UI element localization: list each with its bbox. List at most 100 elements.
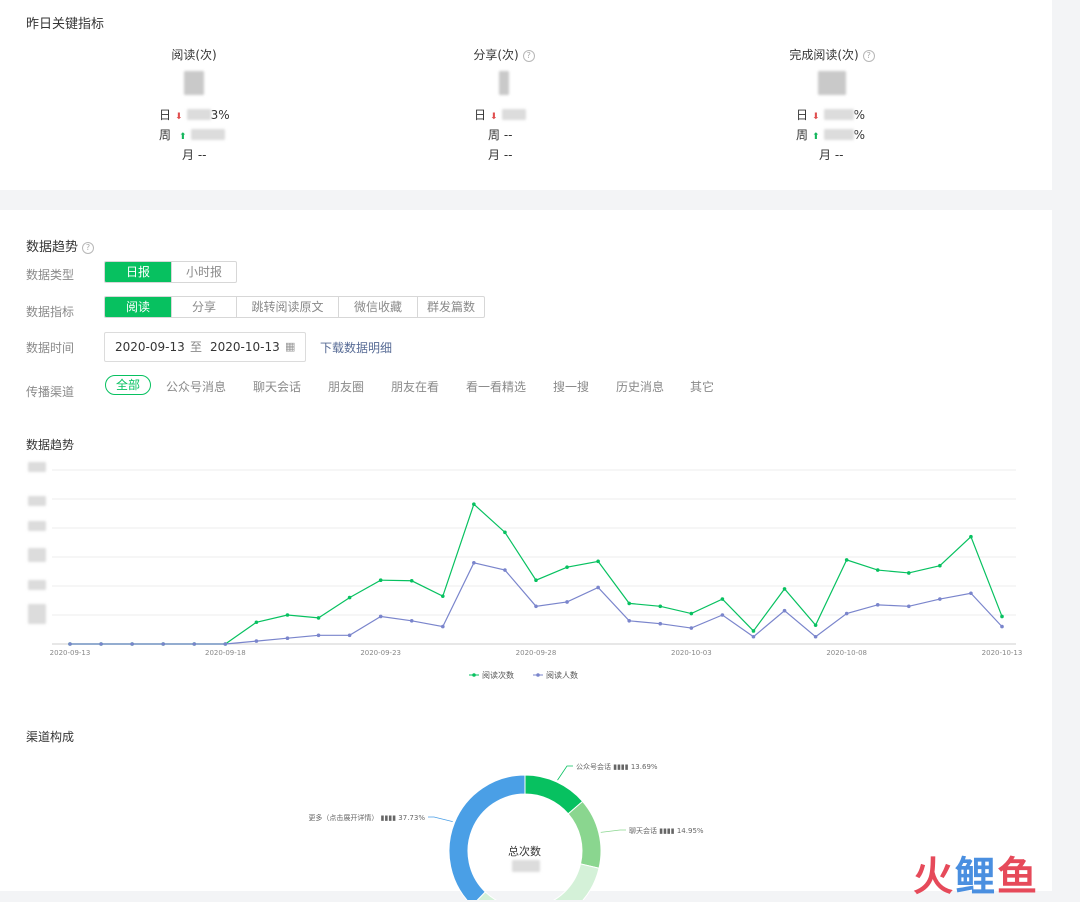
- metric-read-option[interactable]: 阅读: [105, 297, 171, 317]
- data-point[interactable]: [441, 594, 445, 598]
- donut-slice[interactable]: [567, 800, 602, 869]
- series-line-0: [70, 503, 1003, 645]
- data-point[interactable]: [751, 634, 756, 639]
- metric-reads-day: 日 ⬇ 3%: [159, 108, 230, 122]
- channel-other[interactable]: 其它: [690, 378, 714, 395]
- metric-mass-send-option[interactable]: 群发篇数: [417, 297, 484, 317]
- watermark-logo: 火鲤鱼: [913, 844, 1039, 902]
- date-start: 2020-09-13: [115, 340, 185, 354]
- data-point[interactable]: [969, 534, 973, 539]
- data-point[interactable]: [254, 639, 259, 643]
- channel-friends-watching[interactable]: 朋友在看: [391, 378, 439, 395]
- data-point[interactable]: [875, 568, 880, 572]
- channel-top-stories[interactable]: 看一看精选: [466, 378, 526, 395]
- data-point[interactable]: [316, 616, 321, 620]
- data-point[interactable]: [689, 611, 694, 616]
- data-point[interactable]: [907, 604, 911, 609]
- data-point[interactable]: [720, 597, 725, 601]
- data-point[interactable]: [813, 623, 818, 627]
- help-icon[interactable]: ?: [862, 50, 875, 62]
- data-point[interactable]: [938, 597, 942, 601]
- donut-callout-line: [600, 829, 626, 833]
- metric-shares-value: [404, 71, 604, 98]
- data-point[interactable]: [99, 642, 103, 646]
- data-point[interactable]: [969, 591, 973, 596]
- channel-history[interactable]: 历史消息: [616, 378, 664, 395]
- data-point[interactable]: [844, 611, 849, 616]
- help-icon[interactable]: ?: [82, 242, 95, 254]
- data-point[interactable]: [782, 608, 787, 613]
- donut-slice[interactable]: [524, 774, 584, 815]
- type-daily-option[interactable]: 日报: [105, 262, 171, 282]
- metric-favorite-option[interactable]: 微信收藏: [338, 297, 417, 317]
- data-point[interactable]: [285, 636, 290, 640]
- legend-label[interactable]: 阅读次数: [482, 670, 514, 680]
- data-point[interactable]: [254, 620, 259, 625]
- data-point[interactable]: [844, 558, 849, 562]
- data-point[interactable]: [441, 624, 445, 629]
- help-icon[interactable]: ?: [522, 50, 535, 62]
- x-tick-label: 2020-09-13: [50, 649, 91, 657]
- channel-search[interactable]: 搜一搜: [553, 378, 589, 395]
- data-point[interactable]: [378, 578, 383, 582]
- x-tick-label: 2020-09-28: [516, 649, 557, 657]
- series-line-1: [70, 562, 1003, 645]
- data-point[interactable]: [472, 502, 476, 507]
- type-label: 数据类型: [26, 268, 75, 282]
- data-point[interactable]: [130, 642, 134, 646]
- channel-moments[interactable]: 朋友圈: [328, 378, 364, 395]
- data-point[interactable]: [192, 642, 197, 646]
- channel-chat[interactable]: 聊天会话: [253, 378, 301, 395]
- x-tick-label: 2020-10-08: [826, 649, 867, 657]
- data-point[interactable]: [751, 629, 756, 633]
- data-point[interactable]: [503, 568, 507, 572]
- data-point[interactable]: [1000, 624, 1004, 629]
- data-point[interactable]: [658, 604, 663, 609]
- metric-shares-label: 分享(次)?: [404, 46, 604, 63]
- data-point[interactable]: [285, 613, 290, 617]
- data-point[interactable]: [596, 559, 600, 564]
- type-hourly-option[interactable]: 小时报: [171, 262, 236, 282]
- data-point[interactable]: [409, 619, 414, 623]
- metric-label: 数据指标: [26, 305, 75, 319]
- data-point[interactable]: [347, 633, 352, 638]
- data-point[interactable]: [938, 563, 942, 568]
- legend-label[interactable]: 阅读人数: [546, 670, 578, 680]
- data-point[interactable]: [534, 604, 538, 609]
- download-details-link[interactable]: 下载数据明细: [320, 339, 392, 356]
- data-point[interactable]: [596, 585, 600, 590]
- data-point[interactable]: [689, 626, 694, 630]
- data-point[interactable]: [347, 595, 352, 600]
- watermark-char: 鲤: [955, 854, 997, 900]
- data-point[interactable]: [161, 642, 165, 646]
- metric-complete-reads-day: 日 ⬇%: [796, 108, 865, 122]
- data-point[interactable]: [378, 614, 383, 619]
- data-point[interactable]: [720, 613, 725, 617]
- data-point[interactable]: [472, 561, 476, 565]
- channel-all[interactable]: 全部: [105, 375, 152, 395]
- data-point[interactable]: [907, 571, 911, 575]
- x-tick-label: 2020-10-03: [671, 649, 712, 657]
- date-range-picker[interactable]: 2020-09-13 至 2020-10-13 ▦: [104, 332, 306, 362]
- donut-slice[interactable]: [448, 774, 526, 900]
- data-point[interactable]: [875, 603, 880, 607]
- data-point[interactable]: [409, 578, 414, 583]
- channel-official-msg[interactable]: 公众号消息: [166, 378, 226, 395]
- metric-jump-option[interactable]: 跳转阅读原文: [236, 297, 338, 317]
- data-point[interactable]: [658, 621, 663, 626]
- data-point[interactable]: [1000, 614, 1004, 619]
- data-point[interactable]: [503, 530, 507, 535]
- data-point[interactable]: [68, 642, 72, 646]
- data-point[interactable]: [534, 578, 538, 582]
- calendar-icon[interactable]: ▦: [285, 333, 295, 361]
- data-point[interactable]: [565, 565, 569, 569]
- metric-share-option[interactable]: 分享: [171, 297, 236, 317]
- data-point[interactable]: [813, 634, 818, 639]
- data-point[interactable]: [627, 601, 631, 606]
- channel-label: 传播渠道: [26, 385, 75, 399]
- data-point[interactable]: [223, 642, 228, 646]
- data-point[interactable]: [782, 587, 787, 591]
- data-point[interactable]: [316, 633, 321, 638]
- data-point[interactable]: [627, 619, 631, 623]
- data-point[interactable]: [565, 600, 569, 604]
